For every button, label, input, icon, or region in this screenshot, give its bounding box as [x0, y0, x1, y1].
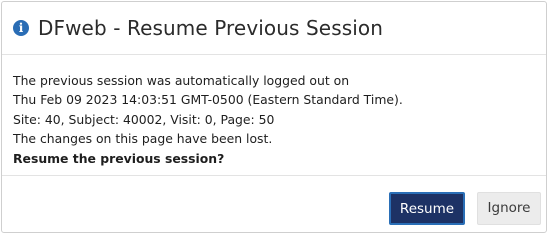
dialog-body: The previous session was automatically l…: [2, 55, 546, 176]
resume-session-dialog: i DFweb - Resume Previous Session The pr…: [1, 1, 547, 233]
message-line: The previous session was automatically l…: [13, 73, 350, 88]
message-line: The changes on this page have been lost.: [13, 131, 273, 147]
dialog-footer: Resume Ignore: [2, 176, 546, 232]
dialog-header: i DFweb - Resume Previous Session: [2, 2, 546, 55]
resume-button[interactable]: Resume: [389, 192, 465, 225]
ignore-button[interactable]: Ignore: [477, 192, 541, 225]
dialog-title: DFweb - Resume Previous Session: [38, 16, 384, 40]
message-line: Site: 40, Subject: 40002, Visit: 0, Page…: [13, 111, 275, 127]
message-line: Thu Feb 09 2023 14:03:51 GMT-0500 (Easte…: [13, 92, 403, 108]
info-icon: i: [13, 20, 29, 36]
resume-question: Resume the previous session?: [13, 150, 225, 166]
